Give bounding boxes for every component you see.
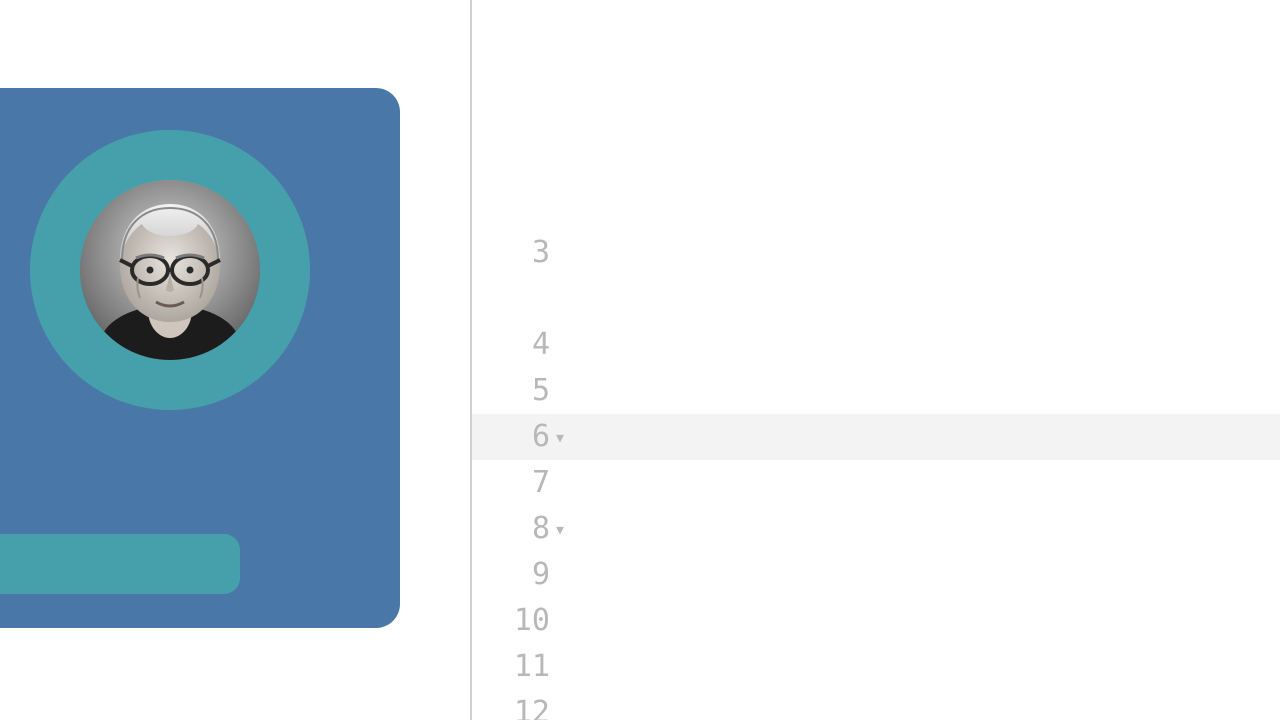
preview-pane	[0, 0, 470, 720]
line-number: 11	[472, 644, 550, 690]
line-number: 5	[472, 368, 550, 414]
line-number: 3	[472, 230, 550, 276]
line-number: 9	[472, 552, 550, 598]
line-number-gutter: 345678910111213141516	[472, 230, 560, 720]
active-line-highlight	[472, 414, 1280, 460]
line-number: 12	[472, 690, 550, 720]
line-number	[472, 276, 550, 322]
line-number: 8	[472, 506, 550, 552]
line-number: 10	[472, 598, 550, 644]
line-number: 7	[472, 460, 550, 506]
avatar	[80, 180, 260, 360]
code-editor[interactable]: 345678910111213141516 font-family: syste…	[472, 0, 1280, 720]
line-number: 4	[472, 322, 550, 368]
card-badge	[0, 534, 240, 594]
app-root: 345678910111213141516 font-family: syste…	[0, 0, 1280, 720]
line-number: 6	[472, 414, 550, 460]
avatar-portrait-icon	[80, 180, 260, 360]
